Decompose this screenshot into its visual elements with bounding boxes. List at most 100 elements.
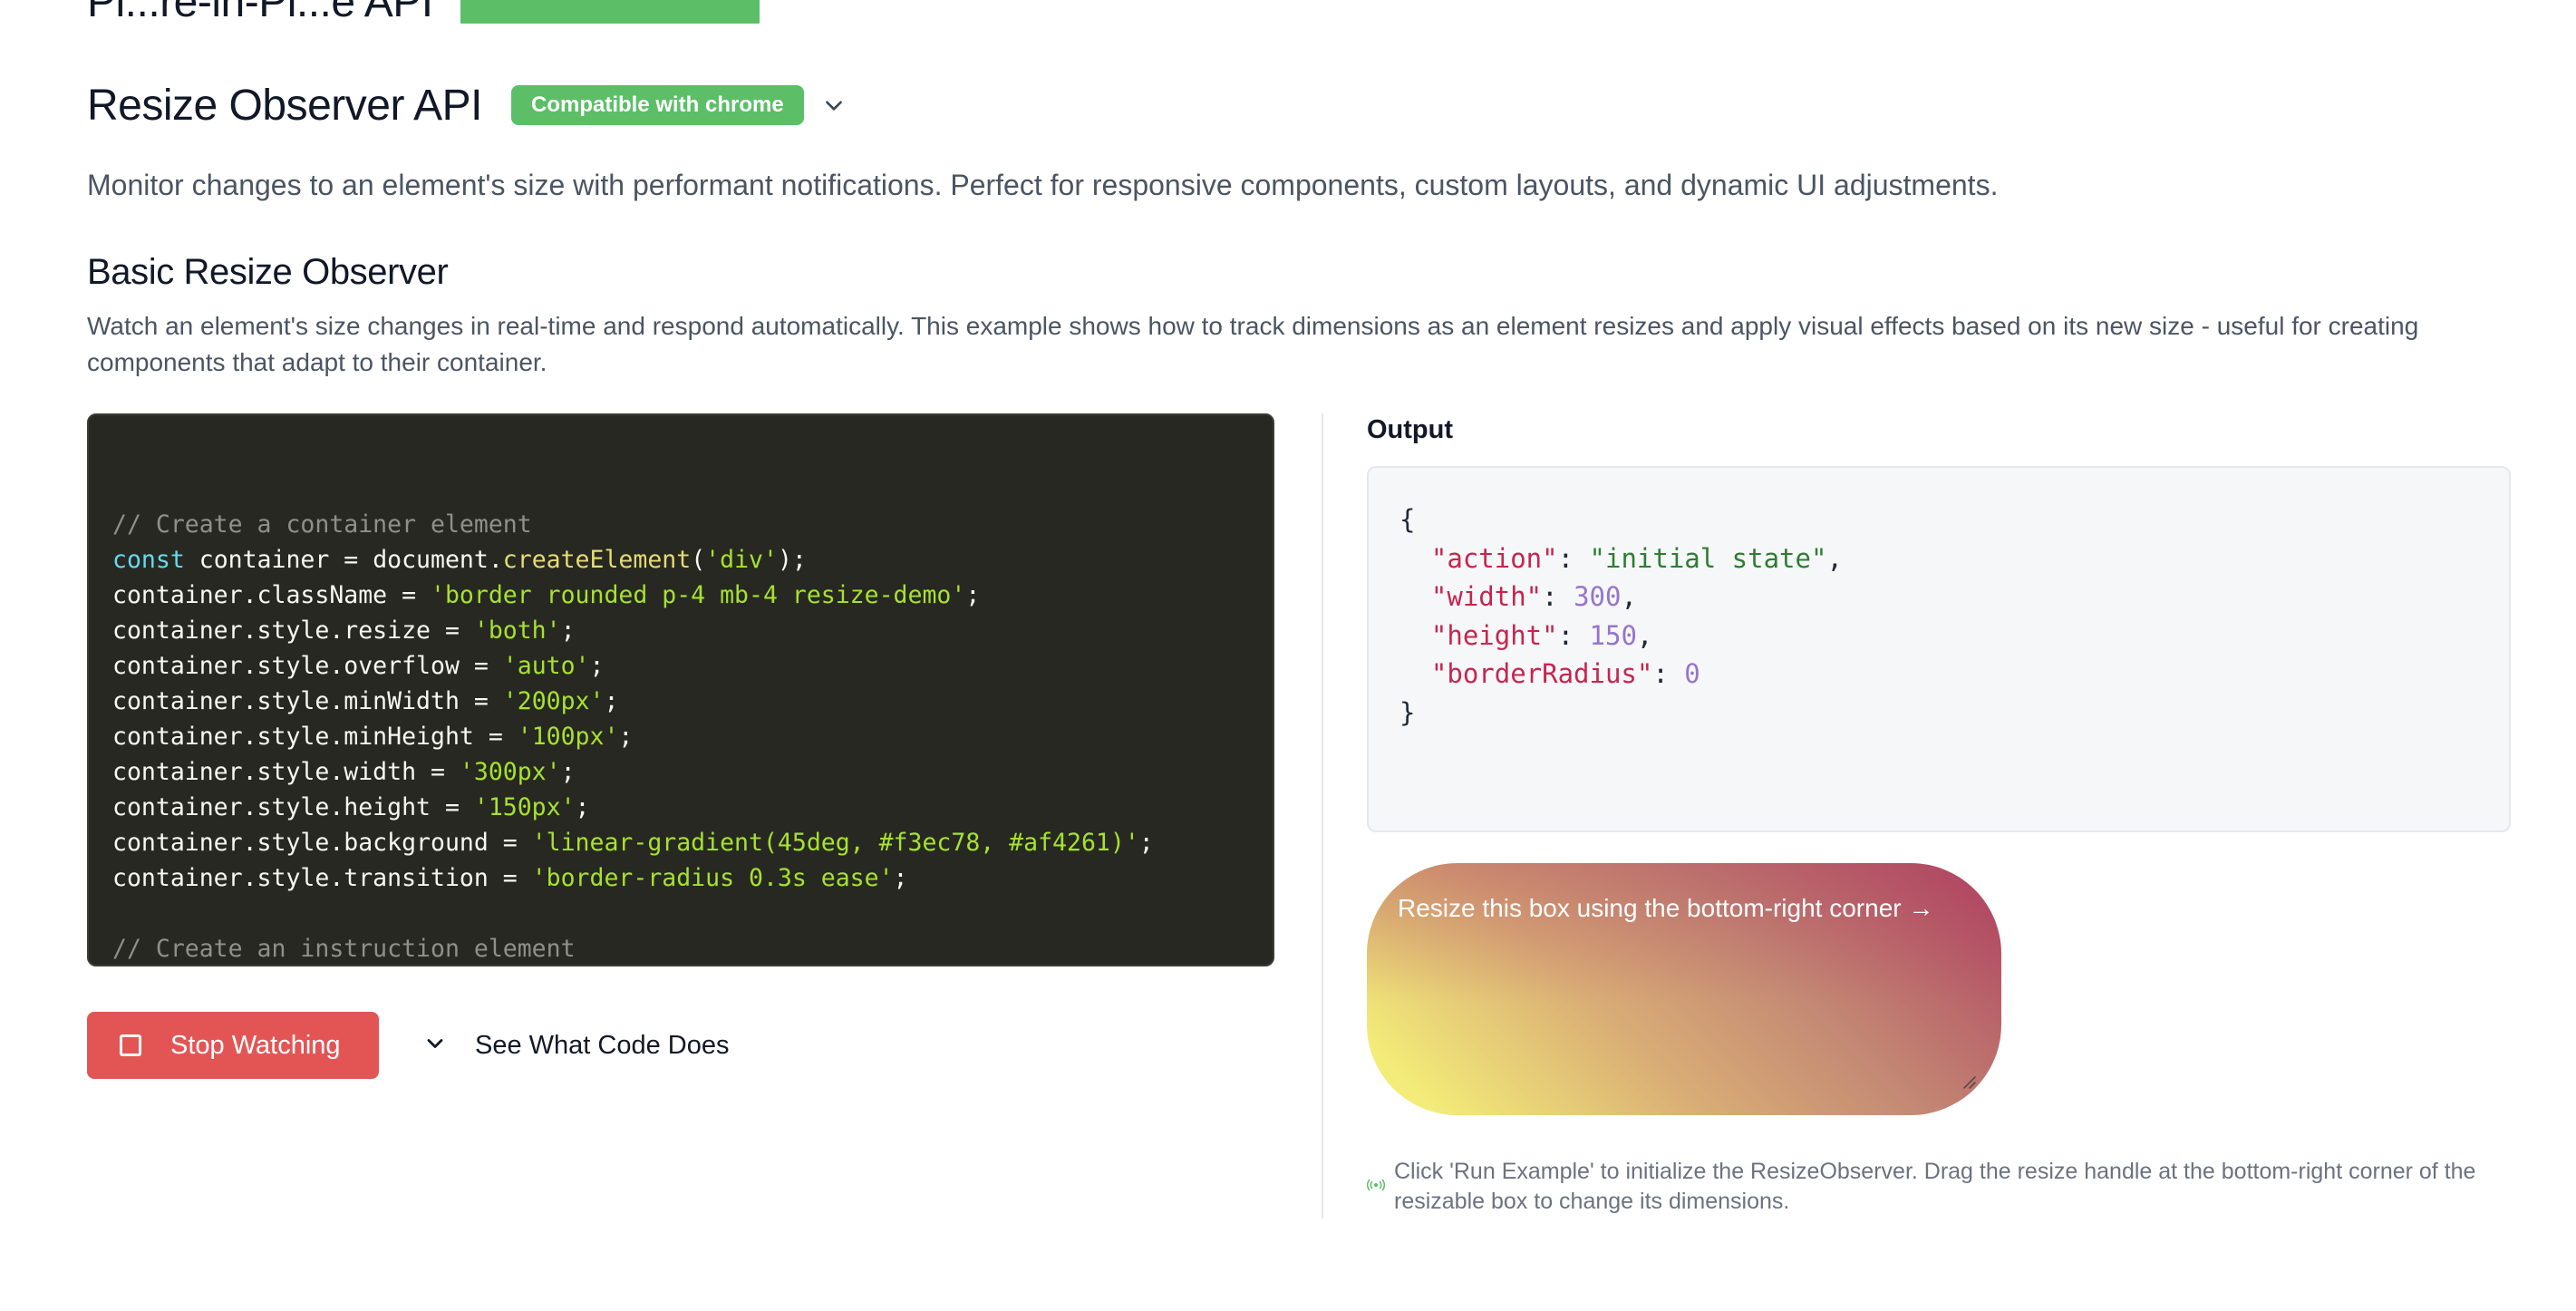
code-token: createElement <box>502 546 692 574</box>
compatibility-badge: Compatible with chrome <box>511 85 804 125</box>
output-label: Output <box>1367 415 1454 444</box>
code-token: "height" <box>1430 619 1558 651</box>
code-token: container = document. <box>184 546 503 574</box>
code-token: const <box>112 546 185 574</box>
code-token: 'both' <box>473 617 561 645</box>
broadcast-icon <box>1366 1179 1387 1217</box>
code-token: '150px' <box>473 793 576 821</box>
code-line: container.style.background = 'linear-gra… <box>112 825 1273 860</box>
code-line: // Create an instruction element <box>112 931 1273 965</box>
code-token: ); <box>777 546 807 574</box>
code-line: container.style.minWidth = '200px'; <box>112 684 1273 719</box>
code-token: , <box>1621 581 1637 612</box>
code-token: ; <box>604 687 619 715</box>
code-token: container.style.transition = <box>112 864 532 892</box>
code-token: // Create an instruction element <box>112 935 576 963</box>
code-line: container.className = 'border rounded p-… <box>112 578 1273 613</box>
code-token: : <box>1557 619 1590 651</box>
info-text: Click 'Run Example' to initialize the Re… <box>1394 1159 2476 1214</box>
code-token: 'auto' <box>502 652 590 680</box>
code-token: : <box>1557 542 1590 574</box>
code-token: 'linear-gradient(45deg, #f3ec78, #af4261… <box>531 829 1139 857</box>
code-line: "height": 150, <box>1399 617 2509 656</box>
code-token: } <box>1399 696 1416 728</box>
code-line: // Create a container element <box>112 507 1273 542</box>
see-what-code-does-toggle[interactable]: See What Code Does <box>422 1012 729 1079</box>
code-line: { <box>1399 500 2509 539</box>
code-token: { <box>1399 504 1416 535</box>
page-header: Resize Observer API Compatible with chro… <box>87 73 846 138</box>
previous-section-header: Pi...re-in-Pi...e API <box>87 0 760 24</box>
section-description: Watch an element's size changes in real-… <box>87 312 2419 376</box>
code-token: container.style.resize = <box>112 617 474 645</box>
stop-watching-button[interactable]: Stop Watching <box>87 1012 379 1079</box>
code-token: , <box>1826 542 1843 574</box>
code-token: 300 <box>1574 581 1622 612</box>
code-token: "borderRadius" <box>1430 658 1653 689</box>
code-token: container.style.minHeight = <box>112 723 518 751</box>
page-description: Monitor changes to an element's size wit… <box>87 169 1999 201</box>
code-token: ; <box>560 758 576 786</box>
resizable-demo-box[interactable]: Resize this box using the bottom-right c… <box>1367 863 2001 1115</box>
code-line: container.style.width = '300px'; <box>112 754 1273 790</box>
code-editor[interactable]: // Create a container element const conta… <box>87 413 1274 966</box>
code-token: 0 <box>1684 658 1700 689</box>
code-token: ( <box>691 546 706 574</box>
see-what-code-does-label: See What Code Does <box>475 1030 730 1060</box>
code-token: , <box>1636 619 1653 651</box>
resize-grip-icon[interactable] <box>1961 1074 1976 1093</box>
code-token: : <box>1542 581 1574 612</box>
code-token: 150 <box>1589 619 1637 651</box>
code-token: 'border rounded p-4 mb-4 resize-demo' <box>431 581 966 609</box>
code-token: "initial state" <box>1589 542 1827 574</box>
section-title: Basic Resize Observer <box>87 252 449 292</box>
code-token: 'div' <box>705 546 778 574</box>
code-token: ; <box>575 793 590 821</box>
code-line: container.style.height = '150px'; <box>112 790 1273 825</box>
code-token: 'border-radius 0.3s ease' <box>531 864 894 892</box>
previous-section-badge <box>460 0 760 24</box>
code-token: ; <box>893 864 908 892</box>
code-token: ; <box>589 652 605 680</box>
code-line: container.style.overflow = 'auto'; <box>112 648 1273 684</box>
stop-watching-label: Stop Watching <box>170 1030 341 1060</box>
code-line: container.style.minHeight = '100px'; <box>112 719 1273 754</box>
code-line: container.style.transition = 'border-rad… <box>112 860 1273 896</box>
code-line: "action": "initial state", <box>1399 539 2509 578</box>
output-panel: { "action": "initial state", "width": 30… <box>1367 466 2511 832</box>
output-json: { "action": "initial state", "width": 30… <box>1369 468 2509 732</box>
code-block: // Create a container element const conta… <box>89 415 1273 965</box>
code-token: container.style.height = <box>112 793 474 821</box>
code-token: ; <box>618 723 634 751</box>
square-icon <box>120 1034 141 1056</box>
chevron-down-icon <box>422 1031 448 1061</box>
code-token: container.style.background = <box>112 829 532 857</box>
code-token: container.style.width = <box>112 758 460 786</box>
code-token: "width" <box>1430 581 1543 612</box>
code-line: "borderRadius": 0 <box>1399 655 2509 694</box>
code-line: const container = document.createElement… <box>112 542 1273 578</box>
info-note: Click 'Run Example' to initialize the Re… <box>1366 1157 2511 1217</box>
code-line: } <box>1399 694 2509 733</box>
code-token: '300px' <box>459 758 561 786</box>
code-token: '200px' <box>502 687 605 715</box>
code-token: container.style.overflow = <box>112 652 503 680</box>
resize-instruction-text: Resize this box using the bottom-right c… <box>1398 894 1934 922</box>
code-token: ; <box>965 581 981 609</box>
page-title: Resize Observer API <box>87 81 483 130</box>
code-line: container.style.resize = 'both'; <box>112 613 1273 648</box>
code-token: "action" <box>1430 542 1558 574</box>
previous-section-title: Pi...re-in-Pi...e API <box>87 0 433 24</box>
code-token: container.style.minWidth = <box>112 687 503 715</box>
chevron-down-icon[interactable] <box>822 93 846 117</box>
code-token: container.className = <box>112 581 431 609</box>
code-line: "width": 300, <box>1399 578 2509 617</box>
code-token: ; <box>560 617 576 645</box>
code-token: : <box>1652 658 1685 689</box>
code-token: // Create a container element <box>112 510 532 539</box>
